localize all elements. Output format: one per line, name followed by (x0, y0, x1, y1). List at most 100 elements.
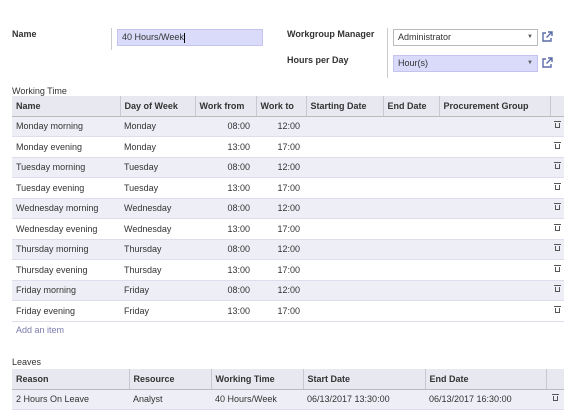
delete-row-cell (550, 300, 564, 322)
table-cell (383, 136, 439, 158)
trash-icon[interactable] (554, 223, 561, 232)
trash-icon[interactable] (554, 203, 561, 211)
column-header[interactable]: End Date (425, 369, 547, 390)
trash-icon[interactable] (554, 285, 561, 293)
workgroup-manager-select[interactable]: Administrator ▼ (393, 29, 538, 46)
table-row[interactable]: Tuesday morning Tuesday 08:00 12:00 (12, 157, 564, 178)
table-cell: 08:00 (195, 157, 256, 178)
trash-icon[interactable] (551, 394, 559, 402)
table-cell: 17:00 (256, 177, 306, 199)
delete-row-cell (550, 280, 564, 301)
column-header[interactable]: End Date (383, 96, 440, 117)
table-cell: Friday (120, 280, 195, 301)
table-cell: Tuesday morning (12, 157, 120, 178)
table-cell (439, 116, 550, 137)
table-cell (439, 136, 550, 158)
column-header[interactable]: Resource (129, 369, 212, 390)
table-cell: Thursday evening (12, 259, 120, 281)
trash-icon[interactable] (554, 162, 561, 170)
table-cell: Wednesday (120, 198, 195, 219)
column-header[interactable]: Reason (12, 369, 130, 390)
table-cell (383, 218, 439, 240)
table-row[interactable]: Wednesday evening Wednesday 13:00 17:00 (12, 218, 564, 240)
name-input[interactable]: 40 Hours/Week (117, 29, 263, 46)
delete-row-cell (550, 218, 564, 240)
trash-icon[interactable] (554, 141, 561, 150)
table-cell (306, 136, 383, 158)
working-time-table: Name Day of Week Work from Work to Start… (12, 96, 564, 322)
column-header[interactable]: Work to (256, 96, 307, 117)
working-time-title: Working Time (12, 86, 67, 96)
table-cell (439, 300, 550, 322)
column-header[interactable]: Starting Date (306, 96, 384, 117)
table-cell: Monday evening (12, 136, 120, 158)
table-cell (383, 116, 439, 137)
trash-icon[interactable] (554, 305, 561, 314)
table-cell (383, 259, 439, 281)
column-header-actions (550, 96, 564, 117)
table-cell: 17:00 (256, 136, 306, 158)
external-link-icon[interactable] (541, 31, 553, 43)
column-header[interactable]: Start Date (303, 369, 426, 390)
delete-row-cell (546, 389, 564, 410)
table-cell (306, 198, 383, 219)
divider (111, 28, 112, 50)
external-link-icon[interactable] (541, 57, 553, 69)
delete-row-cell (550, 198, 564, 219)
table-cell (306, 280, 383, 301)
table-row[interactable]: Thursday evening Thursday 13:00 17:00 (12, 259, 564, 281)
column-header[interactable]: Name (12, 96, 121, 117)
table-cell: Wednesday evening (12, 218, 120, 240)
table-cell (306, 259, 383, 281)
table-cell (306, 300, 383, 322)
table-row[interactable]: Monday evening Monday 13:00 17:00 (12, 136, 564, 158)
table-cell: Analyst (129, 389, 211, 410)
table-row[interactable]: Tuesday evening Tuesday 13:00 17:00 (12, 177, 564, 199)
table-row[interactable]: 2 Hours On Leave Analyst 40 Hours/Week 06/1… (12, 389, 564, 410)
table-cell (439, 157, 550, 178)
trash-icon[interactable] (554, 182, 561, 191)
column-header[interactable]: Procurement Group (439, 96, 551, 117)
leaves-table: Reason Resource Working Time Start Date … (12, 369, 564, 410)
table-cell: Friday (120, 300, 195, 322)
table-cell: Monday (120, 116, 195, 137)
table-row[interactable]: Monday morning Monday 08:00 12:00 (12, 116, 564, 137)
table-cell (439, 198, 550, 219)
delete-row-cell (550, 177, 564, 199)
trash-icon[interactable] (554, 244, 561, 252)
table-cell (383, 157, 439, 178)
column-header[interactable]: Working Time (211, 369, 304, 390)
table-cell: 12:00 (256, 157, 306, 178)
trash-icon[interactable] (554, 121, 561, 129)
table-cell: 17:00 (256, 300, 306, 322)
table-cell: 12:00 (256, 239, 306, 260)
table-cell: Tuesday (120, 177, 195, 199)
add-item-link[interactable]: Add an item (16, 325, 64, 335)
table-header-row: Reason Resource Working Time Start Date … (12, 369, 564, 390)
column-header[interactable]: Day of Week (120, 96, 196, 117)
caret-down-icon: ▼ (527, 34, 533, 40)
table-cell: Tuesday evening (12, 177, 120, 199)
trash-icon[interactable] (554, 264, 561, 273)
table-row[interactable]: Friday evening Friday 13:00 17:00 (12, 300, 564, 322)
column-header-actions (546, 369, 564, 390)
table-cell: 13:00 (195, 218, 256, 240)
table-cell: Monday morning (12, 116, 120, 137)
table-cell: Wednesday morning (12, 198, 120, 219)
table-cell (439, 177, 550, 199)
table-row[interactable]: Friday morning Friday 08:00 12:00 (12, 280, 564, 301)
table-cell: 06/13/2017 13:30:00 (303, 389, 425, 410)
delete-row-cell (550, 157, 564, 178)
name-input-value: 40 Hours/Week (122, 32, 184, 42)
delete-row-cell (550, 116, 564, 137)
table-cell (383, 280, 439, 301)
table-cell: Thursday morning (12, 239, 120, 260)
hours-per-day-select[interactable]: Hour(s) ▼ (393, 55, 538, 72)
table-cell: 13:00 (195, 300, 256, 322)
column-header[interactable]: Work from (195, 96, 257, 117)
table-row[interactable]: Wednesday morning Wednesday 08:00 12:00 (12, 198, 564, 219)
table-cell (439, 259, 550, 281)
table-row[interactable]: Thursday morning Thursday 08:00 12:00 (12, 239, 564, 260)
table-cell (306, 177, 383, 199)
table-cell: Wednesday (120, 218, 195, 240)
